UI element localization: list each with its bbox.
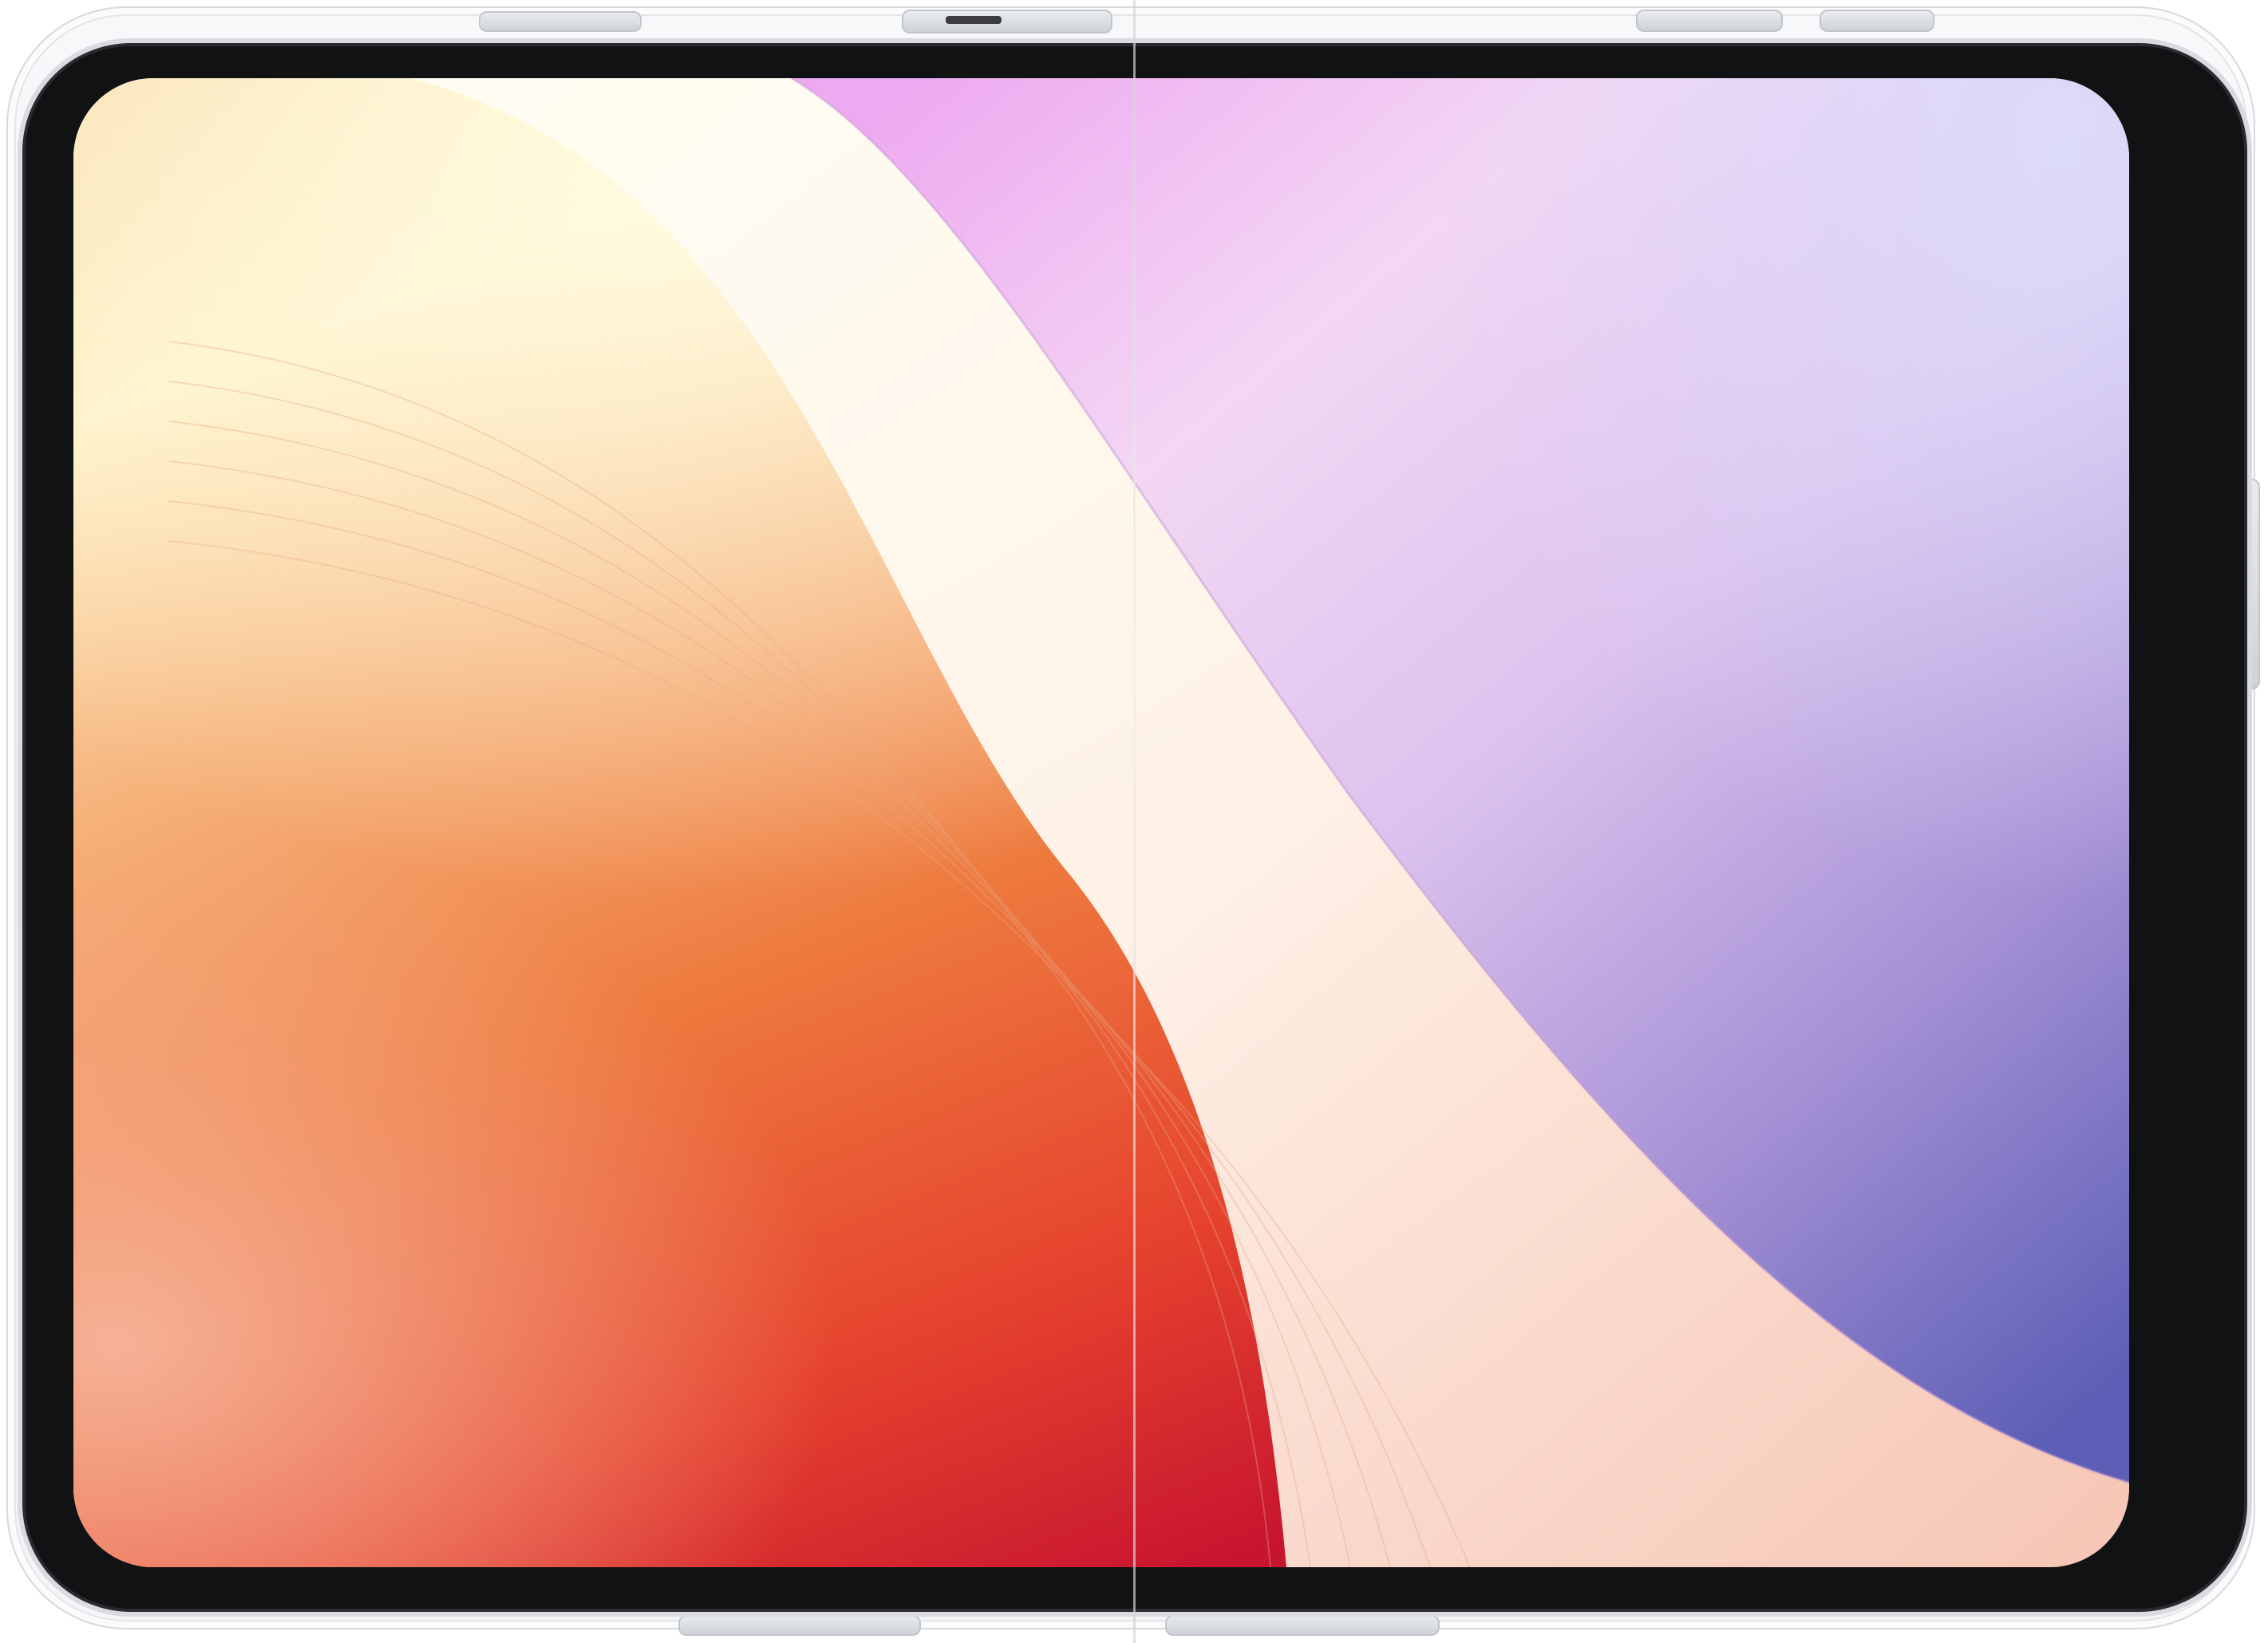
fold-hinge-line xyxy=(1133,0,1136,1643)
top-case-cutout-hinge xyxy=(902,10,1112,34)
top-case-cutout-left xyxy=(479,11,642,32)
power-button xyxy=(1820,10,1934,32)
device-photo xyxy=(0,0,2268,1643)
device-screen xyxy=(73,78,2129,1567)
wallpaper xyxy=(73,78,2129,1567)
volume-button xyxy=(1636,10,1783,32)
top-port xyxy=(946,16,1002,24)
bottom-case-cutout-right xyxy=(1165,1615,1440,1636)
bottom-case-cutout-left xyxy=(678,1615,921,1636)
